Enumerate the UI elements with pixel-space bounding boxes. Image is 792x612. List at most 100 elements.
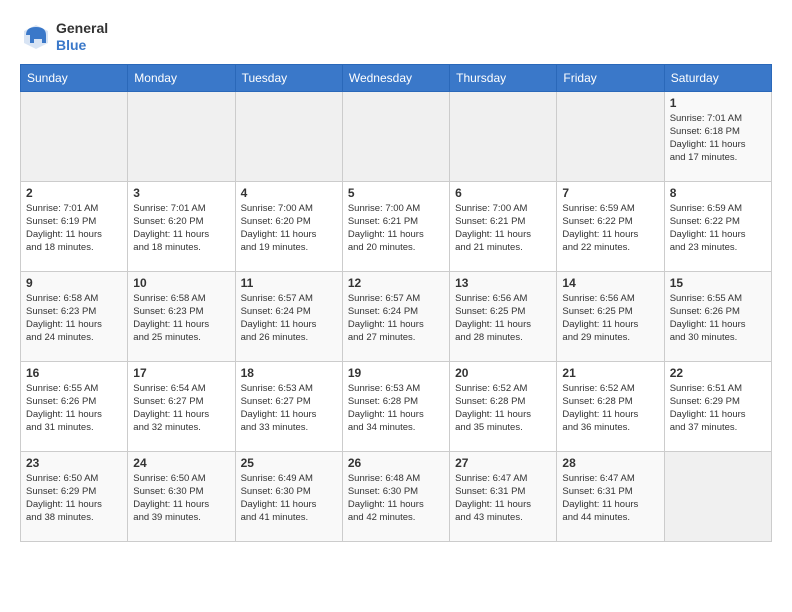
day-cell	[235, 91, 342, 181]
day-number: 28	[562, 456, 658, 470]
day-cell: 26 Sunrise: 6:48 AM Sunset: 6:30 PM Dayli…	[342, 451, 449, 541]
day-number: 3	[133, 186, 229, 200]
day-cell: 28Sunrise: 6:47 AM Sunset: 6:31 PM Dayli…	[557, 451, 664, 541]
header-cell-thursday: Thursday	[450, 64, 557, 91]
day-cell: 24 Sunrise: 6:50 AM Sunset: 6:30 PM Dayli…	[128, 451, 235, 541]
day-number: 8	[670, 186, 766, 200]
day-number: 9	[26, 276, 122, 290]
day-info: Sunrise: 6:58 AM Sunset: 6:23 PM Dayligh…	[26, 292, 122, 345]
day-info: Sunrise: 6:52 AM Sunset: 6:28 PM Dayligh…	[562, 382, 658, 435]
day-cell: 17 Sunrise: 6:54 AM Sunset: 6:27 PM Dayli…	[128, 361, 235, 451]
day-cell	[342, 91, 449, 181]
day-number: 24	[133, 456, 229, 470]
day-info: Sunrise: 6:47 AM Sunset: 6:31 PM Dayligh…	[455, 472, 551, 525]
week-row-4: 16 Sunrise: 6:55 AM Sunset: 6:26 PM Dayli…	[21, 361, 772, 451]
day-info: Sunrise: 6:57 AM Sunset: 6:24 PM Dayligh…	[348, 292, 444, 345]
day-info: Sunrise: 7:01 AM Sunset: 6:18 PM Dayligh…	[670, 112, 766, 165]
day-info: Sunrise: 7:01 AM Sunset: 6:20 PM Dayligh…	[133, 202, 229, 255]
day-info: Sunrise: 6:49 AM Sunset: 6:30 PM Dayligh…	[241, 472, 337, 525]
day-number: 1	[670, 96, 766, 110]
day-number: 13	[455, 276, 551, 290]
header-cell-monday: Monday	[128, 64, 235, 91]
day-cell	[128, 91, 235, 181]
day-number: 11	[241, 276, 337, 290]
day-number: 14	[562, 276, 658, 290]
day-info: Sunrise: 6:55 AM Sunset: 6:26 PM Dayligh…	[26, 382, 122, 435]
day-cell: 3 Sunrise: 7:01 AM Sunset: 6:20 PM Daylig…	[128, 181, 235, 271]
day-number: 15	[670, 276, 766, 290]
day-cell: 22 Sunrise: 6:51 AM Sunset: 6:29 PM Dayli…	[664, 361, 771, 451]
day-cell: 7 Sunrise: 6:59 AM Sunset: 6:22 PM Daylig…	[557, 181, 664, 271]
day-number: 25	[241, 456, 337, 470]
day-cell: 21 Sunrise: 6:52 AM Sunset: 6:28 PM Dayli…	[557, 361, 664, 451]
day-number: 19	[348, 366, 444, 380]
header-cell-tuesday: Tuesday	[235, 64, 342, 91]
logo-icon	[20, 21, 52, 53]
day-info: Sunrise: 6:48 AM Sunset: 6:30 PM Dayligh…	[348, 472, 444, 525]
header-cell-saturday: Saturday	[664, 64, 771, 91]
week-row-5: 23 Sunrise: 6:50 AM Sunset: 6:29 PM Dayli…	[21, 451, 772, 541]
day-number: 2	[26, 186, 122, 200]
day-info: Sunrise: 6:57 AM Sunset: 6:24 PM Dayligh…	[241, 292, 337, 345]
day-number: 20	[455, 366, 551, 380]
day-number: 27	[455, 456, 551, 470]
day-cell: 1 Sunrise: 7:01 AM Sunset: 6:18 PM Daylig…	[664, 91, 771, 181]
day-number: 26	[348, 456, 444, 470]
day-cell: 27 Sunrise: 6:47 AM Sunset: 6:31 PM Dayli…	[450, 451, 557, 541]
day-cell: 23 Sunrise: 6:50 AM Sunset: 6:29 PM Dayli…	[21, 451, 128, 541]
day-cell: 2 Sunrise: 7:01 AM Sunset: 6:19 PM Daylig…	[21, 181, 128, 271]
week-row-3: 9 Sunrise: 6:58 AM Sunset: 6:23 PM Daylig…	[21, 271, 772, 361]
calendar-table: SundayMondayTuesdayWednesdayThursdayFrid…	[20, 64, 772, 542]
day-number: 22	[670, 366, 766, 380]
day-number: 18	[241, 366, 337, 380]
day-cell: 14 Sunrise: 6:56 AM Sunset: 6:25 PM Dayli…	[557, 271, 664, 361]
logo: General Blue	[20, 20, 108, 54]
day-number: 12	[348, 276, 444, 290]
day-info: Sunrise: 6:59 AM Sunset: 6:22 PM Dayligh…	[670, 202, 766, 255]
day-info: Sunrise: 6:52 AM Sunset: 6:28 PM Dayligh…	[455, 382, 551, 435]
day-number: 6	[455, 186, 551, 200]
day-number: 7	[562, 186, 658, 200]
header-cell-sunday: Sunday	[21, 64, 128, 91]
day-cell: 16 Sunrise: 6:55 AM Sunset: 6:26 PM Dayli…	[21, 361, 128, 451]
day-info: Sunrise: 6:50 AM Sunset: 6:30 PM Dayligh…	[133, 472, 229, 525]
day-cell: 25 Sunrise: 6:49 AM Sunset: 6:30 PM Dayli…	[235, 451, 342, 541]
day-info: Sunrise: 6:53 AM Sunset: 6:27 PM Dayligh…	[241, 382, 337, 435]
day-info: Sunrise: 6:56 AM Sunset: 6:25 PM Dayligh…	[562, 292, 658, 345]
day-cell: 20 Sunrise: 6:52 AM Sunset: 6:28 PM Dayli…	[450, 361, 557, 451]
day-number: 17	[133, 366, 229, 380]
day-number: 21	[562, 366, 658, 380]
day-info: Sunrise: 6:53 AM Sunset: 6:28 PM Dayligh…	[348, 382, 444, 435]
day-cell	[21, 91, 128, 181]
day-info: Sunrise: 6:51 AM Sunset: 6:29 PM Dayligh…	[670, 382, 766, 435]
day-cell: 10Sunrise: 6:58 AM Sunset: 6:23 PM Dayli…	[128, 271, 235, 361]
day-info: Sunrise: 6:50 AM Sunset: 6:29 PM Dayligh…	[26, 472, 122, 525]
day-info: Sunrise: 6:59 AM Sunset: 6:22 PM Dayligh…	[562, 202, 658, 255]
header-cell-wednesday: Wednesday	[342, 64, 449, 91]
day-cell	[450, 91, 557, 181]
week-row-2: 2 Sunrise: 7:01 AM Sunset: 6:19 PM Daylig…	[21, 181, 772, 271]
day-cell: 4 Sunrise: 7:00 AM Sunset: 6:20 PM Daylig…	[235, 181, 342, 271]
day-cell: 11 Sunrise: 6:57 AM Sunset: 6:24 PM Dayli…	[235, 271, 342, 361]
day-cell: 13 Sunrise: 6:56 AM Sunset: 6:25 PM Dayli…	[450, 271, 557, 361]
day-info: Sunrise: 6:55 AM Sunset: 6:26 PM Dayligh…	[670, 292, 766, 345]
day-number: 16	[26, 366, 122, 380]
day-cell: 8 Sunrise: 6:59 AM Sunset: 6:22 PM Daylig…	[664, 181, 771, 271]
day-cell: 5 Sunrise: 7:00 AM Sunset: 6:21 PM Daylig…	[342, 181, 449, 271]
calendar-body: 1 Sunrise: 7:01 AM Sunset: 6:18 PM Daylig…	[21, 91, 772, 541]
day-number: 4	[241, 186, 337, 200]
day-number: 23	[26, 456, 122, 470]
day-info: Sunrise: 6:56 AM Sunset: 6:25 PM Dayligh…	[455, 292, 551, 345]
day-cell: 18 Sunrise: 6:53 AM Sunset: 6:27 PM Dayli…	[235, 361, 342, 451]
header-cell-friday: Friday	[557, 64, 664, 91]
day-info: Sunrise: 6:54 AM Sunset: 6:27 PM Dayligh…	[133, 382, 229, 435]
header: General Blue	[20, 20, 772, 54]
day-info: Sunrise: 7:00 AM Sunset: 6:20 PM Dayligh…	[241, 202, 337, 255]
day-info: Sunrise: 7:01 AM Sunset: 6:19 PM Dayligh…	[26, 202, 122, 255]
day-number: 5	[348, 186, 444, 200]
day-info: Sunrise: 7:00 AM Sunset: 6:21 PM Dayligh…	[348, 202, 444, 255]
day-cell: 15 Sunrise: 6:55 AM Sunset: 6:26 PM Dayli…	[664, 271, 771, 361]
calendar-header: SundayMondayTuesdayWednesdayThursdayFrid…	[21, 64, 772, 91]
day-cell: 9 Sunrise: 6:58 AM Sunset: 6:23 PM Daylig…	[21, 271, 128, 361]
header-row: SundayMondayTuesdayWednesdayThursdayFrid…	[21, 64, 772, 91]
